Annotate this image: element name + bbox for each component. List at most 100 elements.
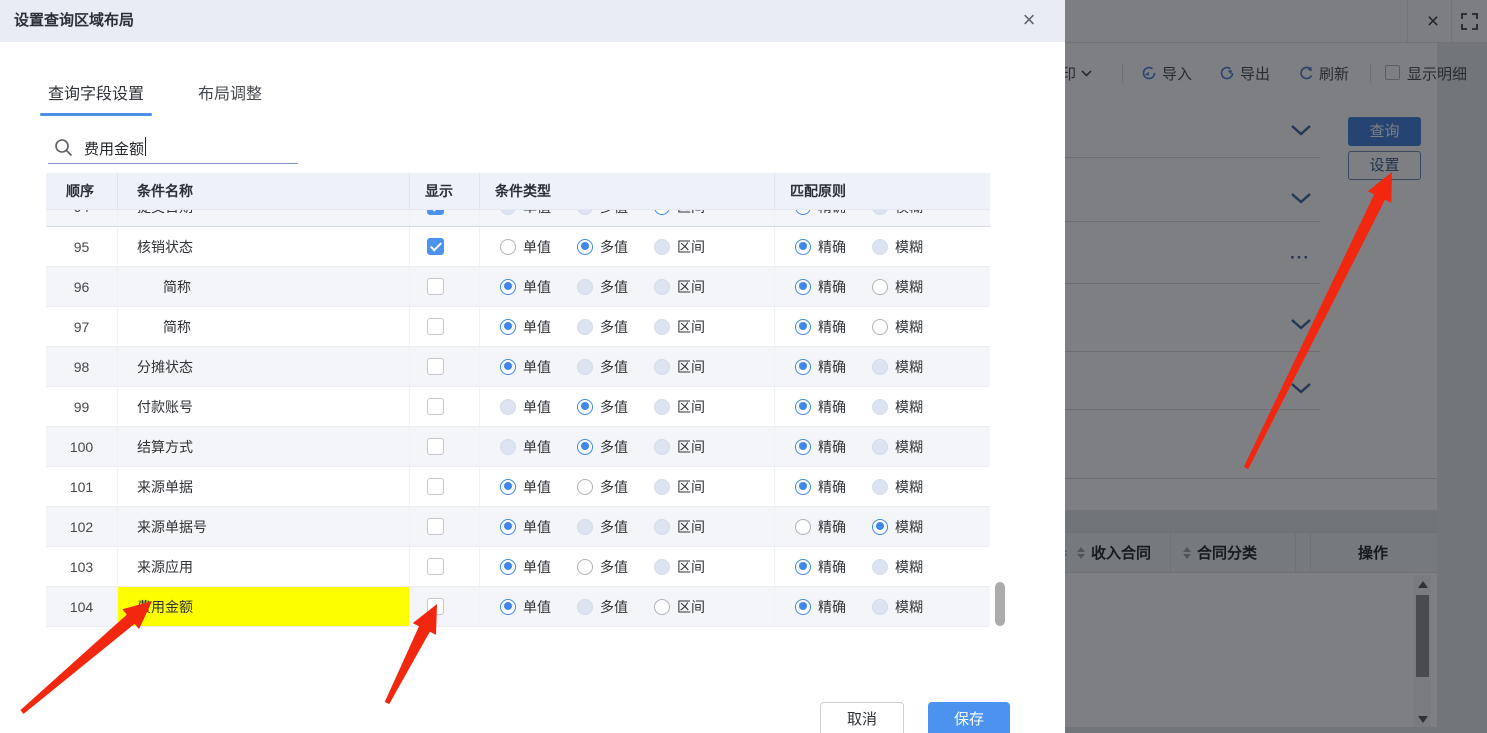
radio-option[interactable]: 单值 xyxy=(500,237,551,257)
radio-unselected-icon[interactable] xyxy=(872,279,888,295)
radio-selected-icon[interactable] xyxy=(795,359,811,375)
radio-option[interactable]: 单值 xyxy=(500,477,551,497)
radio-selected-icon[interactable] xyxy=(654,210,670,215)
cancel-button[interactable]: 取消 xyxy=(820,702,904,733)
radio-unselected-icon[interactable] xyxy=(872,319,888,335)
radio-option[interactable]: 区间 xyxy=(654,357,705,377)
row-display-checkbox[interactable] xyxy=(427,318,444,335)
radio-disabled-icon[interactable] xyxy=(872,599,888,615)
radio-disabled-icon[interactable] xyxy=(872,479,888,495)
radio-disabled-icon[interactable] xyxy=(577,319,593,335)
radio-option[interactable]: 模糊 xyxy=(872,517,923,537)
radio-option[interactable]: 模糊 xyxy=(872,477,923,497)
row-display-checkbox[interactable] xyxy=(427,210,444,215)
row-display-checkbox[interactable] xyxy=(427,278,444,295)
radio-selected-icon[interactable] xyxy=(500,319,516,335)
radio-option[interactable]: 精确 xyxy=(795,557,846,577)
radio-option[interactable]: 模糊 xyxy=(872,210,923,217)
row-display-checkbox[interactable] xyxy=(427,558,444,575)
radio-disabled-icon[interactable] xyxy=(872,359,888,375)
radio-option[interactable]: 模糊 xyxy=(872,437,923,457)
radio-unselected-icon[interactable] xyxy=(795,519,811,535)
radio-option[interactable]: 区间 xyxy=(654,557,705,577)
radio-selected-icon[interactable] xyxy=(795,239,811,255)
radio-disabled-icon[interactable] xyxy=(872,210,888,215)
radio-disabled-icon[interactable] xyxy=(872,439,888,455)
radio-option[interactable]: 精确 xyxy=(795,237,846,257)
radio-option[interactable]: 模糊 xyxy=(872,397,923,417)
radio-option[interactable]: 区间 xyxy=(654,597,705,617)
search-input[interactable]: 费用金额 xyxy=(48,133,298,164)
radio-option[interactable]: 模糊 xyxy=(872,317,923,337)
radio-disabled-icon[interactable] xyxy=(872,399,888,415)
radio-option[interactable]: 单值 xyxy=(500,317,551,337)
dialog-close-button[interactable]: × xyxy=(1014,5,1044,35)
radio-disabled-icon[interactable] xyxy=(654,519,670,535)
radio-option[interactable]: 单值 xyxy=(500,517,551,537)
tab-layout-adjust[interactable]: 布局调整 xyxy=(190,80,270,116)
radio-disabled-icon[interactable] xyxy=(872,559,888,575)
radio-unselected-icon[interactable] xyxy=(654,599,670,615)
radio-option[interactable]: 模糊 xyxy=(872,277,923,297)
radio-option[interactable]: 多值 xyxy=(577,517,628,537)
radio-disabled-icon[interactable] xyxy=(577,210,593,215)
radio-selected-icon[interactable] xyxy=(500,519,516,535)
radio-option[interactable]: 区间 xyxy=(654,237,705,257)
radio-option[interactable]: 精确 xyxy=(795,517,846,537)
radio-selected-icon[interactable] xyxy=(795,439,811,455)
radio-selected-icon[interactable] xyxy=(577,439,593,455)
radio-option[interactable]: 模糊 xyxy=(872,557,923,577)
row-display-checkbox[interactable] xyxy=(427,518,444,535)
radio-option[interactable]: 多值 xyxy=(577,210,628,217)
radio-disabled-icon[interactable] xyxy=(654,359,670,375)
radio-selected-icon[interactable] xyxy=(500,599,516,615)
radio-option[interactable]: 精确 xyxy=(795,477,846,497)
row-display-checkbox[interactable] xyxy=(427,238,444,255)
radio-disabled-icon[interactable] xyxy=(577,599,593,615)
radio-selected-icon[interactable] xyxy=(500,479,516,495)
radio-option[interactable]: 精确 xyxy=(795,357,846,377)
radio-option[interactable]: 多值 xyxy=(577,317,628,337)
radio-option[interactable]: 区间 xyxy=(654,317,705,337)
radio-option[interactable]: 多值 xyxy=(577,557,628,577)
radio-selected-icon[interactable] xyxy=(795,210,811,215)
row-display-checkbox[interactable] xyxy=(427,478,444,495)
radio-disabled-icon[interactable] xyxy=(654,239,670,255)
radio-selected-icon[interactable] xyxy=(795,479,811,495)
radio-disabled-icon[interactable] xyxy=(500,399,516,415)
radio-selected-icon[interactable] xyxy=(795,599,811,615)
radio-disabled-icon[interactable] xyxy=(654,279,670,295)
tab-query-field-settings[interactable]: 查询字段设置 xyxy=(40,80,152,116)
save-button[interactable]: 保存 xyxy=(928,702,1010,733)
radio-option[interactable]: 精确 xyxy=(795,277,846,297)
row-display-checkbox[interactable] xyxy=(427,398,444,415)
radio-option[interactable]: 单值 xyxy=(500,437,551,457)
radio-selected-icon[interactable] xyxy=(500,559,516,575)
radio-selected-icon[interactable] xyxy=(500,359,516,375)
radio-option[interactable]: 多值 xyxy=(577,397,628,417)
radio-option[interactable]: 多值 xyxy=(577,477,628,497)
radio-option[interactable]: 模糊 xyxy=(872,237,923,257)
dialog-scrollbar-thumb[interactable] xyxy=(995,582,1005,626)
radio-selected-icon[interactable] xyxy=(795,399,811,415)
radio-option[interactable]: 多值 xyxy=(577,357,628,377)
radio-selected-icon[interactable] xyxy=(500,279,516,295)
radio-option[interactable]: 多值 xyxy=(577,277,628,297)
radio-option[interactable]: 模糊 xyxy=(872,357,923,377)
radio-disabled-icon[interactable] xyxy=(654,479,670,495)
radio-selected-icon[interactable] xyxy=(577,239,593,255)
radio-option[interactable]: 区间 xyxy=(654,477,705,497)
radio-selected-icon[interactable] xyxy=(795,279,811,295)
radio-selected-icon[interactable] xyxy=(872,519,888,535)
radio-disabled-icon[interactable] xyxy=(577,519,593,535)
radio-disabled-icon[interactable] xyxy=(654,399,670,415)
radio-selected-icon[interactable] xyxy=(795,319,811,335)
radio-option[interactable]: 区间 xyxy=(654,277,705,297)
radio-disabled-icon[interactable] xyxy=(654,559,670,575)
row-display-checkbox[interactable] xyxy=(427,358,444,375)
row-display-checkbox[interactable] xyxy=(427,438,444,455)
radio-option[interactable]: 精确 xyxy=(795,317,846,337)
radio-option[interactable]: 模糊 xyxy=(872,597,923,617)
radio-selected-icon[interactable] xyxy=(577,399,593,415)
radio-disabled-icon[interactable] xyxy=(654,319,670,335)
